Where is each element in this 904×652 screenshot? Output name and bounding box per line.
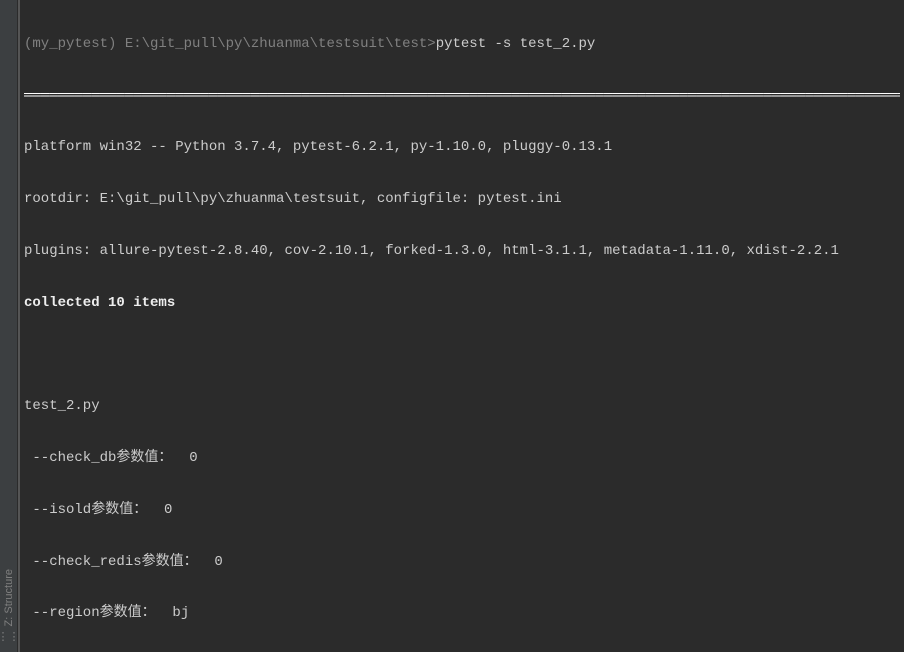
terminal-panel[interactable]: (my_pytest) E:\git_pull\py\zhuanma\tests… [18, 0, 904, 652]
structure-icon: ⋮⋮ [0, 630, 20, 644]
prompt-line: (my_pytest) E:\git_pull\py\zhuanma\tests… [24, 32, 900, 58]
rootdir-line: rootdir: E:\git_pull\py\zhuanma\testsuit… [24, 187, 900, 213]
session-divider: ════════════════════════════════════════… [24, 84, 900, 110]
structure-toolwindow-label[interactable]: Z: Structure [3, 569, 15, 626]
env-name: (my_pytest) [24, 36, 116, 52]
collected-line: collected 10 items [24, 291, 900, 317]
param-line: --region参数值： bj [24, 601, 900, 627]
divider-line: ════════════════════════════════════════… [24, 88, 900, 104]
testfile-line: test_2.py [24, 394, 900, 420]
blank-line [24, 343, 900, 369]
param-line: --isold参数值： 0 [24, 498, 900, 524]
param-line: --check_db参数值： 0 [24, 446, 900, 472]
param-line: --check_redis参数值： 0 [24, 550, 900, 576]
cwd-path: E:\git_pull\py\zhuanma\testsuit\test> [125, 36, 436, 52]
ide-sidebar[interactable]: Z: Structure ⋮⋮ [0, 0, 18, 652]
plugins-line: plugins: allure-pytest-2.8.40, cov-2.10.… [24, 239, 900, 265]
platform-line: platform win32 -- Python 3.7.4, pytest-6… [24, 135, 900, 161]
command-text: pytest -s test_2.py [436, 36, 596, 52]
